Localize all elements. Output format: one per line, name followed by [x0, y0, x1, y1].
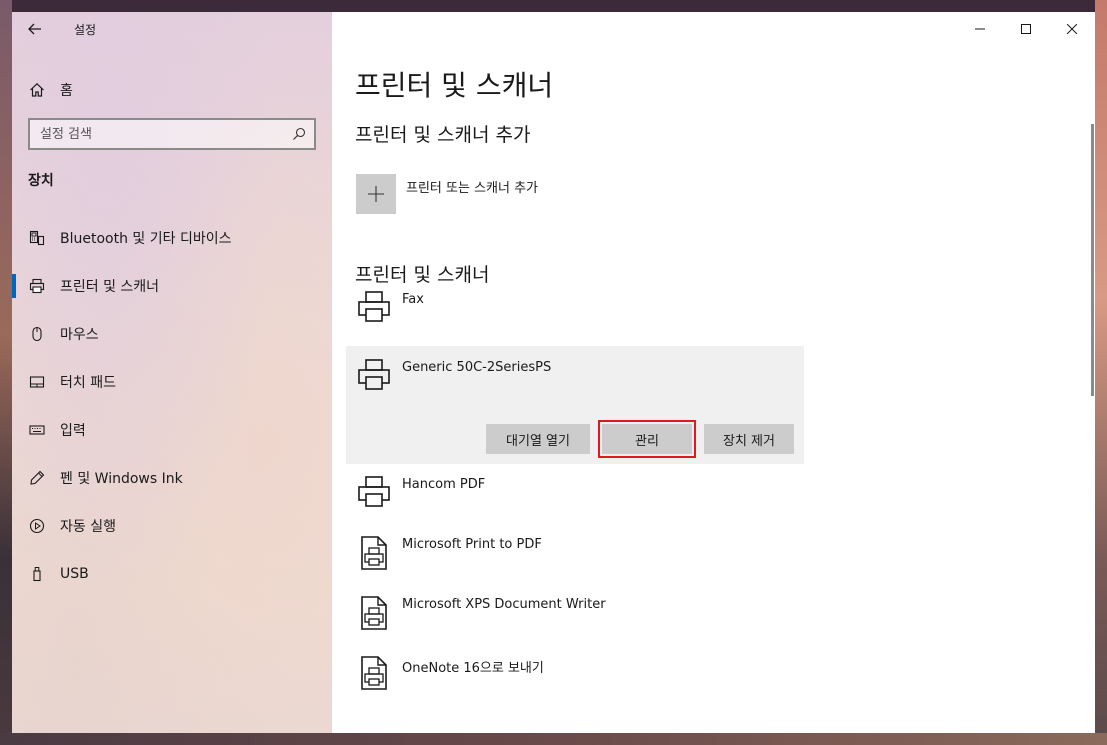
remove-device-button[interactable]: 장치 제거 [704, 424, 794, 454]
printer-actions: 대기열 열기 관리 장치 제거 [486, 420, 794, 458]
manage-button-highlight: 관리 [598, 420, 696, 458]
document-printer-icon [356, 595, 392, 635]
sidebar-item-pen[interactable]: 펜 및 Windows Ink [12, 454, 332, 502]
window-controls [957, 12, 1095, 46]
sidebar-item-mouse[interactable]: 마우스 [12, 310, 332, 358]
usb-icon [12, 566, 60, 582]
sidebar-section-title: 장치 [28, 173, 54, 189]
autoplay-icon [12, 518, 60, 534]
content-pane: 프린터 및 스캐너 프린터 및 스캐너 추가 프린터 또는 스캐너 추가 프린터… [332, 12, 1095, 733]
document-printer-icon [356, 535, 392, 575]
settings-window: 설정 홈 장치 [12, 12, 1095, 733]
back-button[interactable] [12, 12, 58, 46]
keyboard-icon [12, 422, 60, 438]
manage-button[interactable]: 관리 [602, 424, 692, 454]
printer-list-heading: 프린터 및 스캐너 [355, 264, 490, 286]
sidebar-item-label: Bluetooth 및 기타 디바이스 [60, 231, 232, 247]
close-button[interactable] [1049, 12, 1095, 46]
minimize-button[interactable] [957, 12, 1003, 46]
open-queue-button[interactable]: 대기열 열기 [486, 424, 590, 454]
printer-name: Microsoft XPS Document Writer [402, 597, 606, 612]
title-bar: 설정 [12, 12, 332, 46]
add-printer-label: 프린터 또는 스캐너 추가 [406, 181, 538, 196]
nav-home-label: 홈 [60, 83, 73, 99]
printer-item-generic[interactable]: Generic 50C-2SeriesPS 대기열 열기 관리 장치 제거 [346, 346, 804, 464]
sidebar-item-usb[interactable]: USB [12, 550, 332, 598]
sidebar-item-printers[interactable]: 프린터 및 스캐너 [12, 262, 332, 310]
sidebar-nav-list: Bluetooth 및 기타 디바이스 프린터 및 스캐너 마우스 터치 패드 … [12, 214, 332, 598]
search-icon [293, 127, 306, 140]
printer-item-ms-print-pdf[interactable]: Microsoft Print to PDF [346, 527, 804, 587]
sidebar: 설정 홈 장치 [12, 12, 332, 733]
printer-name: Hancom PDF [402, 477, 486, 492]
bluetooth-devices-icon [12, 230, 60, 246]
sidebar-item-label: USB [60, 566, 89, 582]
sidebar-item-typing[interactable]: 입력 [12, 406, 332, 454]
add-tile [356, 174, 396, 214]
page-title: 프린터 및 스캐너 [355, 69, 554, 102]
printer-name: Fax [402, 292, 424, 307]
printer-icon [356, 475, 392, 515]
sidebar-item-label: 입력 [60, 423, 86, 439]
printer-icon [356, 290, 392, 330]
minimize-icon [975, 28, 985, 30]
printer-icon [12, 278, 60, 294]
scrollbar[interactable] [1091, 124, 1094, 396]
mouse-icon [12, 326, 60, 342]
document-printer-icon [356, 655, 392, 695]
printer-icon [356, 358, 392, 398]
nav-home[interactable]: 홈 [12, 70, 332, 110]
sidebar-item-autoplay[interactable]: 자동 실행 [12, 502, 332, 550]
desktop-wallpaper-bottom [0, 733, 1107, 745]
pen-icon [12, 470, 60, 486]
back-arrow-icon [28, 23, 41, 35]
printer-item-ms-xps[interactable]: Microsoft XPS Document Writer [346, 587, 804, 647]
printer-item-hancom-pdf[interactable]: Hancom PDF [346, 467, 804, 527]
sidebar-item-label: 터치 패드 [60, 375, 116, 391]
home-icon [12, 82, 60, 98]
sidebar-item-bluetooth[interactable]: Bluetooth 및 기타 디바이스 [12, 214, 332, 262]
printer-item-onenote[interactable]: OneNote 16으로 보내기 [346, 647, 804, 707]
sidebar-item-touchpad[interactable]: 터치 패드 [12, 358, 332, 406]
maximize-icon [1021, 24, 1031, 34]
close-icon [1067, 24, 1077, 34]
printer-list: Fax Generic 50C-2SeriesPS 대기열 열기 관리 장치 제… [346, 290, 804, 707]
desktop-wallpaper-left [0, 0, 12, 745]
sidebar-item-label: 프린터 및 스캐너 [60, 279, 160, 295]
plus-icon [368, 186, 384, 202]
printer-name: OneNote 16으로 보내기 [402, 661, 544, 676]
add-printer-button[interactable]: 프린터 또는 스캐너 추가 [356, 174, 538, 214]
sidebar-item-label: 펜 및 Windows Ink [60, 471, 183, 487]
sidebar-item-label: 자동 실행 [60, 519, 116, 535]
sidebar-item-label: 마우스 [60, 327, 99, 343]
printer-item-fax[interactable]: Fax [346, 290, 804, 336]
touchpad-icon [12, 374, 60, 390]
search-input[interactable] [40, 126, 280, 142]
window-title: 설정 [74, 22, 97, 37]
printer-name: Microsoft Print to PDF [402, 537, 542, 552]
maximize-button[interactable] [1003, 12, 1049, 46]
printer-name: Generic 50C-2SeriesPS [402, 360, 552, 375]
desktop-wallpaper-right [1095, 0, 1107, 745]
search-box[interactable] [28, 118, 316, 150]
add-section-heading: 프린터 및 스캐너 추가 [355, 124, 531, 146]
